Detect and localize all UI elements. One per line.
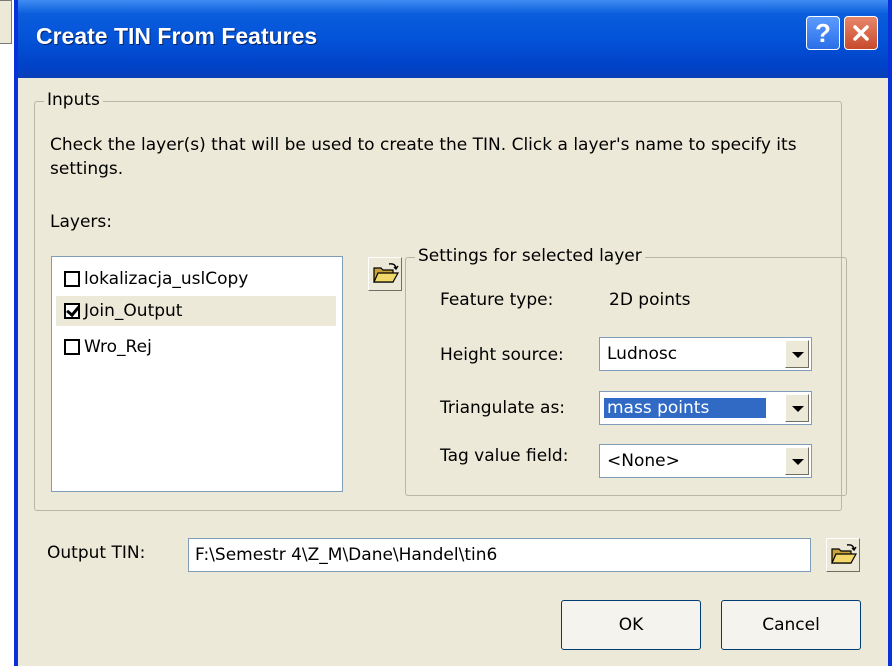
add-layer-button[interactable] (368, 257, 402, 291)
folder-open-icon (373, 263, 400, 283)
layer-name[interactable]: lokalizacja_uslCopy (84, 269, 248, 289)
window-title: Create TIN From Features (36, 23, 318, 49)
tag-field-value: <None> (607, 451, 680, 471)
help-icon: ? (815, 18, 831, 48)
help-button[interactable]: ? (806, 16, 840, 50)
cancel-button[interactable]: Cancel (721, 600, 861, 650)
close-button[interactable] (844, 16, 878, 50)
height-source-dropdown[interactable]: Ludnosc (599, 337, 812, 371)
triangulate-dropdown[interactable]: mass points (599, 391, 812, 425)
tag-field-label: Tag value field: (440, 446, 569, 466)
height-source-label: Height source: (440, 345, 564, 365)
feature-type-label: Feature type: (440, 290, 554, 310)
layer-name[interactable]: Join_Output (84, 301, 182, 321)
output-tin-field[interactable] (188, 538, 811, 572)
triangulate-label: Triangulate as: (440, 398, 566, 418)
layer-item[interactable]: Wro_Rej (56, 332, 336, 362)
tag-field-dropdown[interactable]: <None> (599, 444, 812, 478)
layers-list[interactable]: lokalizacja_uslCopy Join_Output Wro_Rej (51, 256, 343, 492)
instructions-text: Check the layer(s) that will be used to … (50, 135, 797, 179)
layer-checkbox[interactable] (64, 339, 80, 355)
output-tin-input[interactable] (195, 544, 795, 566)
layer-item-selected[interactable]: Join_Output (56, 296, 336, 326)
chevron-down-icon[interactable] (785, 394, 809, 422)
layer-checkbox[interactable] (64, 271, 80, 287)
settings-legend: Settings for selected layer (415, 246, 645, 266)
layers-label: Layers: (50, 212, 112, 232)
background-window-edge (0, 0, 12, 44)
ok-button[interactable]: OK (561, 600, 701, 650)
layer-checkbox[interactable] (64, 303, 80, 319)
close-icon (853, 25, 869, 41)
output-tin-label: Output TIN: (47, 543, 146, 563)
feature-type-value: 2D points (609, 290, 691, 310)
inputs-legend: Inputs (44, 90, 103, 110)
folder-open-icon (831, 544, 858, 564)
chevron-down-icon[interactable] (785, 447, 809, 475)
layer-name[interactable]: Wro_Rej (84, 337, 152, 357)
triangulate-value: mass points (604, 398, 766, 418)
chevron-down-icon[interactable] (785, 340, 809, 368)
layer-item[interactable]: lokalizacja_uslCopy (56, 264, 336, 294)
height-source-value: Ludnosc (607, 344, 678, 364)
title-bar[interactable]: Create TIN From Features ? (18, 0, 888, 78)
browse-output-button[interactable] (826, 538, 860, 572)
